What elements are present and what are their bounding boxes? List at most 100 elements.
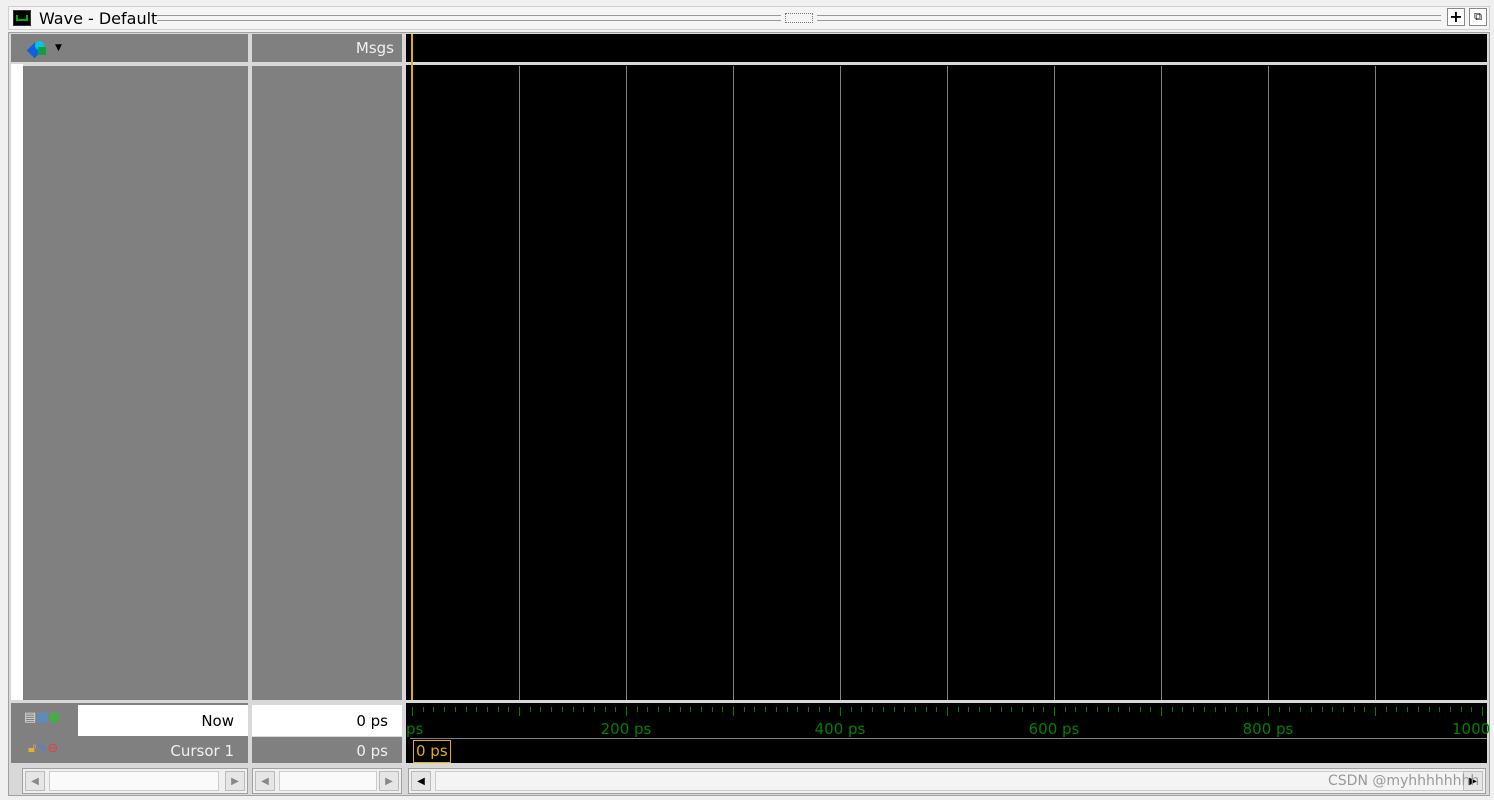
time-tick: [1193, 707, 1195, 712]
time-tick: [454, 707, 456, 712]
time-tick: [1375, 707, 1376, 716]
time-tick: [658, 707, 660, 712]
time-label: 600 ps: [1028, 720, 1080, 738]
wave-window-icon: [13, 10, 31, 26]
time-tick: [711, 707, 713, 712]
grid-line: [1054, 66, 1055, 700]
now-icons[interactable]: ▤▦●: [24, 710, 60, 725]
time-tick: [850, 707, 852, 712]
window-title: Wave - Default: [39, 9, 158, 28]
time-tick: [807, 707, 809, 712]
time-tick: [733, 707, 734, 716]
signal-scrollbar[interactable]: ◀ ▶: [22, 768, 248, 794]
time-tick: [1364, 707, 1366, 712]
time-tick: [936, 707, 938, 712]
time-tick: [1214, 707, 1216, 712]
wave-scrollbar[interactable]: ◀ ▶: [408, 768, 1486, 794]
time-tick: [722, 707, 724, 712]
drag-handle[interactable]: [785, 13, 813, 23]
time-tick: [989, 707, 991, 712]
time-tick: [1268, 707, 1269, 716]
time-tick: [829, 707, 831, 712]
cursor-line[interactable]: [411, 34, 413, 700]
grid-line: [947, 66, 948, 700]
time-tick: [979, 707, 981, 712]
time-tick: [1289, 707, 1291, 712]
time-tick: [1396, 707, 1398, 712]
wave-pane[interactable]: [406, 34, 1487, 700]
time-tick: [797, 707, 799, 712]
signal-header: ▼: [11, 34, 248, 62]
time-tick: [604, 707, 606, 712]
now-label: Now: [201, 712, 234, 730]
time-tick: [1471, 707, 1473, 712]
grid-line: [519, 66, 520, 700]
add-icon[interactable]: +: [1447, 8, 1465, 26]
time-tick: [1075, 707, 1077, 712]
time-tick: [1407, 707, 1409, 712]
time-tick: [1054, 707, 1055, 716]
grid-line: [626, 66, 627, 700]
time-tick: [497, 707, 499, 712]
wave-palette-icon[interactable]: [26, 39, 46, 59]
time-tick: [444, 707, 446, 712]
time-tick: [1332, 707, 1334, 712]
cursor-icons[interactable]: 🔓︎✎⊖: [28, 741, 58, 756]
dropdown-arrow-icon[interactable]: ▼: [55, 43, 62, 53]
time-tick: [840, 707, 841, 716]
msgs-header: Msgs: [252, 34, 402, 62]
time-tick: [904, 707, 906, 712]
time-tick: [1439, 707, 1441, 712]
time-label: 400 ps: [814, 720, 866, 738]
time-tick: [818, 707, 820, 712]
time-tick: [914, 707, 916, 712]
time-tick: [583, 707, 585, 712]
time-tick: [775, 707, 777, 712]
time-tick: [615, 707, 617, 712]
time-tick: [593, 707, 595, 712]
time-tick: [1096, 707, 1098, 712]
time-tick: [668, 707, 670, 712]
watermark: CSDN @myhhhhhhhh: [1328, 773, 1480, 789]
time-tick: [893, 707, 895, 712]
grid-line: [1375, 66, 1376, 700]
time-tick: [1310, 707, 1312, 712]
time-tick: [1032, 707, 1034, 712]
cursor-time-marker[interactable]: 0 ps: [413, 740, 451, 763]
time-tick: [1482, 707, 1483, 716]
signal-list-pane[interactable]: [23, 66, 248, 700]
undock-icon[interactable]: ⧉: [1469, 8, 1487, 26]
time-tick: [1021, 707, 1023, 712]
values-scrollbar[interactable]: ◀ ▶: [252, 768, 402, 794]
time-tick: [1171, 707, 1173, 712]
time-tick: [1150, 707, 1152, 712]
time-ruler[interactable]: ps 200 ps 400 ps 600 ps 800 ps 1000 0 ps: [406, 703, 1490, 763]
time-tick: [690, 707, 692, 712]
time-tick: [1086, 707, 1088, 712]
time-tick: [1257, 707, 1259, 712]
time-tick: [925, 707, 927, 712]
time-tick: [1064, 707, 1066, 712]
msgs-label: Msgs: [355, 39, 394, 57]
time-tick: [1385, 707, 1387, 712]
values-pane[interactable]: [252, 66, 402, 700]
time-tick: [1161, 707, 1162, 716]
time-tick: [1139, 707, 1141, 712]
time-tick: [765, 707, 767, 712]
time-tick: [1118, 707, 1120, 712]
time-tick: [754, 707, 756, 712]
time-label: 200 ps: [600, 720, 652, 738]
time-tick: [1203, 707, 1205, 712]
time-tick: [1460, 707, 1462, 712]
time-tick: [422, 707, 424, 712]
time-tick: [636, 707, 638, 712]
time-tick: [786, 707, 788, 712]
cursor-label: Cursor 1: [170, 742, 234, 760]
time-tick: [476, 707, 478, 712]
time-label: ps: [406, 720, 424, 738]
time-tick: [700, 707, 702, 712]
time-tick: [1321, 707, 1323, 712]
time-label: 800 ps: [1242, 720, 1294, 738]
time-tick: [529, 707, 531, 712]
time-tick: [947, 707, 948, 716]
